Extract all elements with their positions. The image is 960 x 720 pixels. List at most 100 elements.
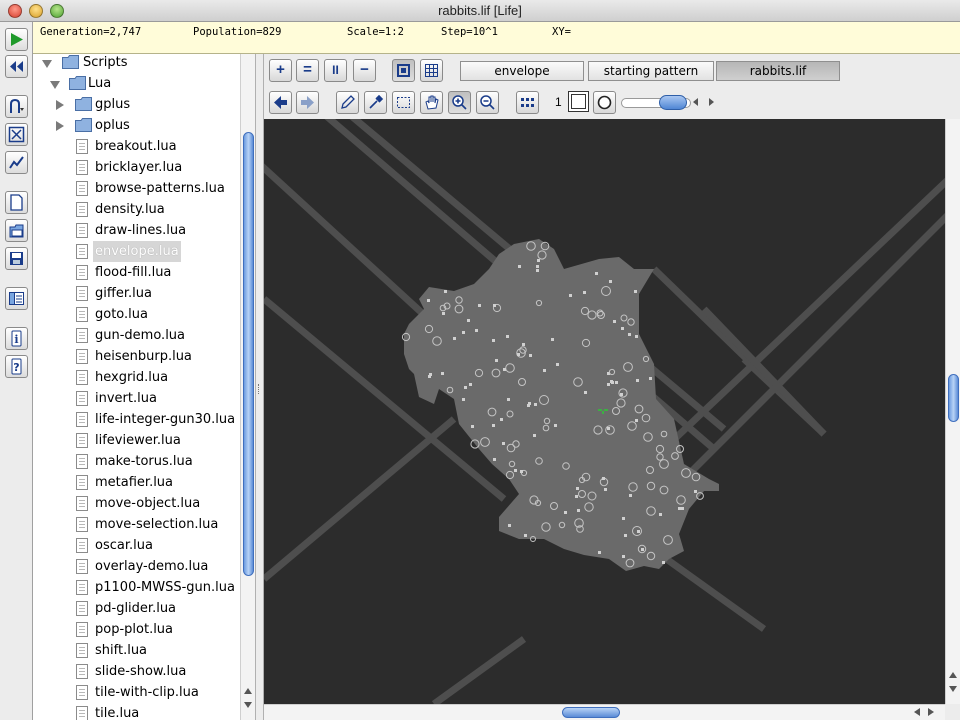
pause-button[interactable]: II bbox=[324, 59, 347, 82]
tree-file-item[interactable]: draw-lines.lua bbox=[33, 220, 243, 241]
tree-file-item[interactable]: make-torus.lua bbox=[33, 451, 243, 472]
tree-file-item[interactable]: goto.lua bbox=[33, 304, 243, 325]
algorithm-menu-icon[interactable] bbox=[5, 95, 28, 118]
slider-left-arrow-icon[interactable] bbox=[693, 98, 698, 106]
tree-file-item[interactable]: tile.lua bbox=[33, 703, 243, 720]
canvas-scroll-right-arrow-icon[interactable] bbox=[928, 708, 934, 716]
tree-folder-lua[interactable]: Lua bbox=[33, 73, 243, 94]
canvas-scroll-down-arrow-icon[interactable] bbox=[949, 686, 957, 692]
tree-file-item[interactable]: breakout.lua bbox=[33, 136, 243, 157]
tree-file-item[interactable]: pd-glider.lua bbox=[33, 598, 243, 619]
move-hand-icon[interactable] bbox=[420, 91, 443, 114]
life-canvas[interactable] bbox=[264, 119, 945, 704]
eyedropper-icon[interactable] bbox=[364, 91, 387, 114]
tree-folder-item[interactable]: gplus bbox=[33, 94, 243, 115]
slow-down-button[interactable]: − bbox=[353, 59, 376, 82]
life-cell bbox=[536, 265, 539, 268]
folder-icon bbox=[62, 55, 79, 69]
help-icon[interactable]: ? bbox=[5, 355, 28, 378]
all-states-icon[interactable] bbox=[516, 91, 539, 114]
canvas-hscroll-thumb[interactable] bbox=[562, 707, 620, 718]
tree-file-label: browse-patterns.lua bbox=[95, 181, 225, 196]
speed-up-button[interactable]: + bbox=[269, 59, 292, 82]
canvas-scroll-up-arrow-icon[interactable] bbox=[949, 672, 957, 678]
tree-file-item[interactable]: invert.lua bbox=[33, 388, 243, 409]
life-cell bbox=[427, 299, 430, 302]
tree-scrollbar[interactable] bbox=[240, 54, 255, 720]
fit-icon[interactable] bbox=[5, 123, 28, 146]
tree-file-item[interactable]: overlay-demo.lua bbox=[33, 556, 243, 577]
hash-display-icon[interactable] bbox=[392, 59, 415, 82]
tree-scroll-thumb[interactable] bbox=[243, 132, 254, 576]
tree-file-label: make-torus.lua bbox=[95, 454, 193, 469]
draw-state-swatch[interactable] bbox=[568, 91, 589, 112]
canvas-vscroll-thumb[interactable] bbox=[948, 374, 959, 422]
life-cell bbox=[628, 333, 631, 336]
new-pattern-icon[interactable] bbox=[5, 191, 28, 214]
tab-envelope[interactable]: envelope bbox=[460, 61, 584, 81]
tree-file-item[interactable]: tile-with-clip.lua bbox=[33, 682, 243, 703]
grid-icon[interactable] bbox=[420, 59, 443, 82]
tree-file-label: tile-with-clip.lua bbox=[95, 685, 199, 700]
zoom-in-icon[interactable] bbox=[448, 91, 471, 114]
lua-file-icon bbox=[76, 181, 88, 196]
tree-file-item[interactable]: metafier.lua bbox=[33, 472, 243, 493]
tree-file-item[interactable]: shift.lua bbox=[33, 640, 243, 661]
reset-speed-button[interactable]: = bbox=[296, 59, 319, 82]
tab-rabbits[interactable]: rabbits.lif bbox=[716, 61, 840, 81]
folder-icon bbox=[75, 97, 92, 111]
tree-file-item[interactable]: pop-plot.lua bbox=[33, 619, 243, 640]
tree-file-item[interactable]: bricklayer.lua bbox=[33, 157, 243, 178]
save-pattern-icon[interactable] bbox=[5, 247, 28, 270]
disclosure-closed-icon[interactable] bbox=[56, 100, 64, 110]
tree-file-item[interactable]: flood-fill.lua bbox=[33, 262, 243, 283]
panel-splitter[interactable] bbox=[255, 54, 264, 720]
tree-file-item[interactable]: oscar.lua bbox=[33, 535, 243, 556]
show-files-icon[interactable] bbox=[5, 287, 28, 310]
tree-file-item[interactable]: move-object.lua bbox=[33, 493, 243, 514]
disclosure-open-icon[interactable] bbox=[42, 60, 52, 68]
tab-starting-pattern[interactable]: starting pattern bbox=[588, 61, 714, 81]
info-icon[interactable]: i bbox=[5, 327, 28, 350]
play-icon[interactable] bbox=[5, 28, 28, 51]
canvas-scroll-left-arrow-icon[interactable] bbox=[914, 708, 920, 716]
tree-folder-scripts[interactable]: Scripts bbox=[33, 54, 243, 73]
tree-folder-item[interactable]: oplus bbox=[33, 115, 243, 136]
slider-right-arrow-icon[interactable] bbox=[709, 98, 714, 106]
state-slider-thumb[interactable] bbox=[659, 95, 687, 110]
tree-file-item[interactable]: hexgrid.lua bbox=[33, 367, 243, 388]
edit-toolbar: + = II − envelope starting pattern rabbi… bbox=[264, 54, 960, 119]
zoom-out-icon[interactable] bbox=[476, 91, 499, 114]
scroll-down-arrow-icon[interactable] bbox=[244, 702, 252, 708]
tree-label-scripts: Scripts bbox=[83, 55, 128, 70]
canvas-horizontal-scrollbar[interactable] bbox=[264, 704, 945, 720]
state-number-label: 1 bbox=[555, 95, 562, 109]
tree-file-item[interactable]: density.lua bbox=[33, 199, 243, 220]
lua-file-icon bbox=[76, 475, 88, 490]
draw-pencil-icon[interactable] bbox=[336, 91, 359, 114]
rewind-icon[interactable] bbox=[5, 55, 28, 78]
redo-icon[interactable] bbox=[296, 91, 319, 114]
tree-file-item[interactable]: lifeviewer.lua bbox=[33, 430, 243, 451]
tree-file-item[interactable]: heisenburp.lua bbox=[33, 346, 243, 367]
select-rectangle-icon[interactable] bbox=[392, 91, 415, 114]
tree-file-item[interactable]: giffer.lua bbox=[33, 283, 243, 304]
disclosure-closed-icon[interactable] bbox=[56, 121, 64, 131]
state-color-icon[interactable] bbox=[593, 91, 616, 114]
scroll-up-arrow-icon[interactable] bbox=[244, 688, 252, 694]
life-cell bbox=[694, 490, 697, 493]
tree-file-item[interactable]: slide-show.lua bbox=[33, 661, 243, 682]
graph-icon[interactable] bbox=[5, 151, 28, 174]
open-pattern-icon[interactable] bbox=[5, 219, 28, 242]
tree-file-label: pd-glider.lua bbox=[95, 601, 177, 616]
canvas-vertical-scrollbar[interactable] bbox=[945, 119, 960, 704]
tree-file-item[interactable]: move-selection.lua bbox=[33, 514, 243, 535]
tree-file-item[interactable]: browse-patterns.lua bbox=[33, 178, 243, 199]
tree-file-item[interactable]: life-integer-gun30.lua bbox=[33, 409, 243, 430]
tree-file-item[interactable]: gun-demo.lua bbox=[33, 325, 243, 346]
undo-icon[interactable] bbox=[269, 91, 292, 114]
lua-file-icon bbox=[76, 286, 88, 301]
tree-file-item[interactable]: p1100-MWSS-gun.lua bbox=[33, 577, 243, 598]
tree-file-item[interactable]: envelope.lua bbox=[33, 241, 243, 262]
disclosure-open-icon[interactable] bbox=[50, 81, 60, 89]
